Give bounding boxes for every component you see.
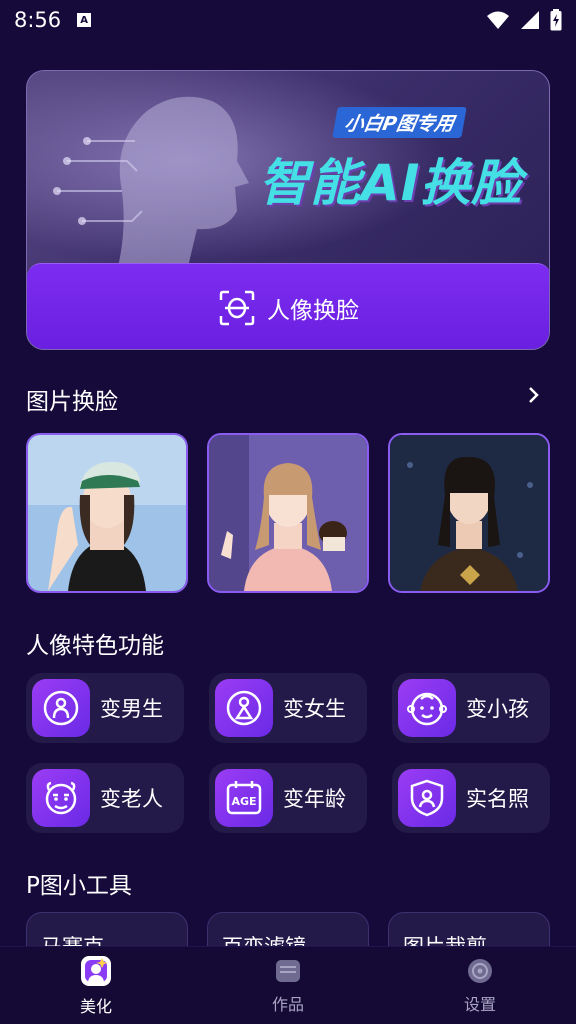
folder-icon [276, 959, 300, 982]
id-photo-icon [398, 769, 456, 827]
old-face-icon [32, 769, 90, 827]
portrait-face-swap-label: 人像换脸 [267, 297, 359, 324]
status-icons [486, 9, 562, 31]
portrait-face-swap-button[interactable]: 人像换脸 [27, 263, 549, 349]
feature-label: 变男生 [100, 697, 163, 721]
male-avatar-icon [32, 679, 90, 737]
signal-icon [521, 11, 539, 29]
chevron-right-icon[interactable] [528, 384, 540, 406]
wifi-icon [487, 11, 509, 29]
nav-label: 美化 [79, 996, 112, 1016]
photo-card-2[interactable] [207, 433, 369, 593]
battery-icon [550, 9, 562, 31]
status-bar: 8:56 A [0, 0, 576, 40]
portrait-image [209, 435, 367, 591]
photo-card-1[interactable] [26, 433, 188, 593]
notification-icon: A [77, 13, 92, 27]
feature-change-age[interactable]: AGE 变年龄 [209, 763, 367, 833]
feature-label: 变小孩 [466, 697, 529, 721]
portrait-image [390, 435, 548, 591]
photo-card-3[interactable] [388, 433, 550, 593]
nav-label: 作品 [271, 994, 304, 1014]
feature-to-male[interactable]: 变男生 [26, 673, 184, 743]
tools-section-title: P图小工具 [26, 873, 132, 899]
svg-text:AGE: AGE [231, 795, 256, 808]
feature-id-photo[interactable]: 实名照 [392, 763, 550, 833]
feature-label: 变女生 [283, 697, 346, 721]
portrait-image [28, 435, 186, 591]
photo-section-title: 图片换脸 [26, 389, 118, 415]
face-scan-icon [219, 290, 255, 325]
feature-to-child[interactable]: 变小孩 [392, 673, 550, 743]
nav-settings[interactable]: 设置 [384, 947, 576, 1024]
banner-title: 智能AI换脸 [259, 154, 523, 212]
face-swap-banner[interactable]: 小白P图专用 智能AI换脸 人像换脸 [26, 70, 550, 350]
feature-label: 实名照 [466, 787, 529, 811]
banner-subtitle: 小白P图专用 [332, 107, 467, 138]
beautify-icon [81, 955, 111, 986]
nav-beautify[interactable]: 美化 [0, 947, 192, 1024]
feature-to-elder[interactable]: 变老人 [26, 763, 184, 833]
female-avatar-icon [215, 679, 273, 737]
feature-label: 变老人 [100, 787, 163, 811]
age-calendar-icon: AGE [215, 769, 273, 827]
feature-label: 变年龄 [283, 787, 346, 811]
feature-to-female[interactable]: 变女生 [209, 673, 367, 743]
nav-works[interactable]: 作品 [192, 947, 384, 1024]
status-time: 8:56 [14, 8, 62, 32]
child-face-icon [398, 679, 456, 737]
features-section-title: 人像特色功能 [26, 633, 164, 659]
nav-label: 设置 [463, 994, 496, 1014]
gear-icon [468, 958, 492, 983]
bottom-nav: 美化 作品 设置 [0, 946, 576, 1024]
